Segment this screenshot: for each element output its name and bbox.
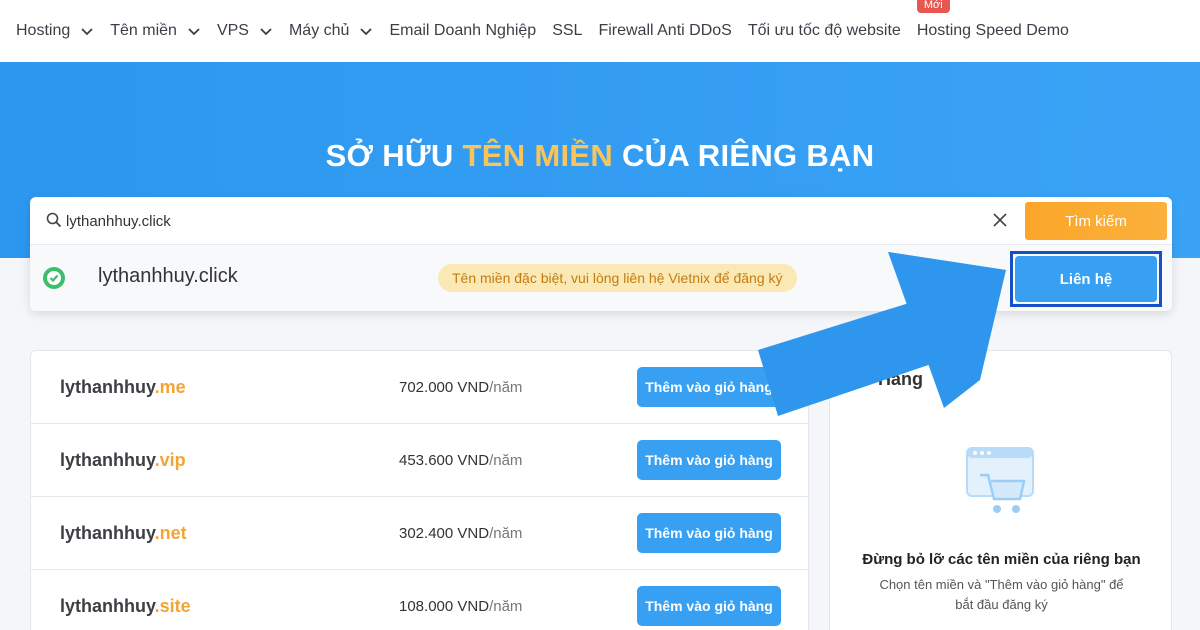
price-value: 108.000 VND xyxy=(399,598,490,615)
price-unit: /năm xyxy=(489,598,523,615)
domain-suggestion-list: lythanhhuy.me 702.000 VND/năm Thêm vào g… xyxy=(30,350,809,630)
list-item: lythanhhuy.me 702.000 VND/năm Thêm vào g… xyxy=(31,351,808,424)
domain-price: 702.000 VND/năm xyxy=(399,379,522,396)
nav-item-ten-mien[interactable]: Tên miền xyxy=(110,22,201,40)
add-to-cart-button[interactable]: Thêm vào giỏ hàng xyxy=(637,440,781,480)
special-domain-note: Tên miền đặc biệt, vui lòng liên hệ Viet… xyxy=(438,264,797,292)
add-to-cart-button[interactable]: Thêm vào giỏ hàng xyxy=(637,367,781,407)
chevron-down-icon xyxy=(80,24,94,38)
nav-item-label: Tối ưu tốc độ website xyxy=(747,22,901,39)
domain-tld: .vip xyxy=(154,450,186,470)
cart-icon xyxy=(964,445,1038,524)
cart-empty-heading: Đừng bỏ lỡ các tên miền của riêng bạn xyxy=(862,551,1141,568)
nav-item-speed-demo[interactable]: Mới Hosting Speed Demo xyxy=(916,0,1069,40)
title-part: SỞ HỮU xyxy=(325,138,463,173)
domain-name: lythanhhuy.vip xyxy=(60,450,186,471)
close-icon[interactable] xyxy=(992,212,1008,233)
domain-price: 302.400 VND/năm xyxy=(399,525,522,542)
list-item: lythanhhuy.site 108.000 VND/năm Thêm vào… xyxy=(31,570,808,630)
domain-label: lythanhhuy xyxy=(60,377,155,397)
nav-item-firewall[interactable]: Firewall Anti DDoS xyxy=(598,22,731,40)
domain-label: lythanhhuy xyxy=(60,596,155,616)
price-value: 302.400 VND xyxy=(399,525,490,542)
chevron-down-icon xyxy=(187,24,201,38)
nav-item-label: Tên miền xyxy=(110,22,177,39)
domain-name: lythanhhuy.me xyxy=(60,377,186,398)
nav-item-label: Hosting Speed Demo xyxy=(916,22,1069,39)
price-unit: /năm xyxy=(489,452,523,469)
cart-panel: Hàng Đừng bỏ lỡ các tên miền của riêng b… xyxy=(829,350,1172,630)
domain-label: lythanhhuy xyxy=(60,450,155,470)
check-circle-icon xyxy=(42,266,66,295)
price-unit: /năm xyxy=(489,379,523,396)
domain-search-input[interactable] xyxy=(66,207,966,235)
domain-name: lythanhhuy.net xyxy=(60,523,187,544)
search-button[interactable]: Tìm kiếm xyxy=(1025,202,1167,240)
cart-title: Hàng xyxy=(878,369,923,389)
domain-label: lythanhhuy xyxy=(60,523,155,543)
nav-item-label: SSL xyxy=(552,22,583,39)
price-value: 702.000 VND xyxy=(399,379,490,396)
domain-search-card: Tìm kiếm lythanhhuy.click Tên miền đặc b… xyxy=(30,197,1172,311)
nav-item-label: Máy chủ xyxy=(288,22,350,39)
nav-item-ssl[interactable]: SSL xyxy=(552,22,582,40)
price-unit: /năm xyxy=(489,525,523,542)
nav-item-label: VPS xyxy=(216,22,249,39)
nav-item-label: Email Doanh Nghiệp xyxy=(389,22,537,39)
domain-name: lythanhhuy.site xyxy=(60,596,191,617)
domain-price: 108.000 VND/năm xyxy=(399,598,522,615)
domain-price: 453.600 VND/năm xyxy=(399,452,522,469)
top-nav: Hosting Tên miền VPS Máy chủ Email Doanh… xyxy=(0,0,1200,62)
list-item: lythanhhuy.net 302.400 VND/năm Thêm vào … xyxy=(31,497,808,570)
chevron-down-icon xyxy=(359,24,373,38)
result-domain: lythanhhuy.click xyxy=(98,265,238,287)
page-title: SỞ HỮU TÊN MIỀN CỦA RIÊNG BẠN xyxy=(0,138,1200,174)
search-row: Tìm kiếm xyxy=(30,197,1172,245)
contact-button[interactable]: Liên hệ xyxy=(1015,256,1157,302)
nav-item-label: Hosting xyxy=(16,22,71,39)
chevron-down-icon xyxy=(259,24,273,38)
nav-item-toi-uu[interactable]: Tối ưu tốc độ website xyxy=(748,22,901,40)
nav-item-label: Firewall Anti DDoS xyxy=(598,22,732,39)
domain-tld: .site xyxy=(154,596,191,616)
nav-item-vps[interactable]: VPS xyxy=(217,22,273,40)
list-item: lythanhhuy.vip 453.600 VND/năm Thêm vào … xyxy=(31,424,808,497)
domain-tld: .me xyxy=(154,377,186,397)
nav-item-hosting[interactable]: Hosting xyxy=(16,22,94,40)
title-highlight: TÊN MIỀN xyxy=(462,138,614,173)
domain-tld: .net xyxy=(154,523,187,543)
cart-empty-subtext: Chọn tên miền và "Thêm vào giỏ hàng" để … xyxy=(879,577,1124,612)
search-icon xyxy=(46,212,62,233)
add-to-cart-button[interactable]: Thêm vào giỏ hàng xyxy=(637,586,781,626)
add-to-cart-button[interactable]: Thêm vào giỏ hàng xyxy=(637,513,781,553)
new-badge: Mới xyxy=(916,0,950,13)
search-result-row: lythanhhuy.click Tên miền đặc biệt, vui … xyxy=(30,245,1172,311)
nav-item-email[interactable]: Email Doanh Nghiệp xyxy=(389,22,536,40)
nav-item-may-chu[interactable]: Máy chủ xyxy=(289,22,373,40)
price-value: 453.600 VND xyxy=(399,452,490,469)
title-part: CỦA RIÊNG BẠN xyxy=(613,138,875,173)
